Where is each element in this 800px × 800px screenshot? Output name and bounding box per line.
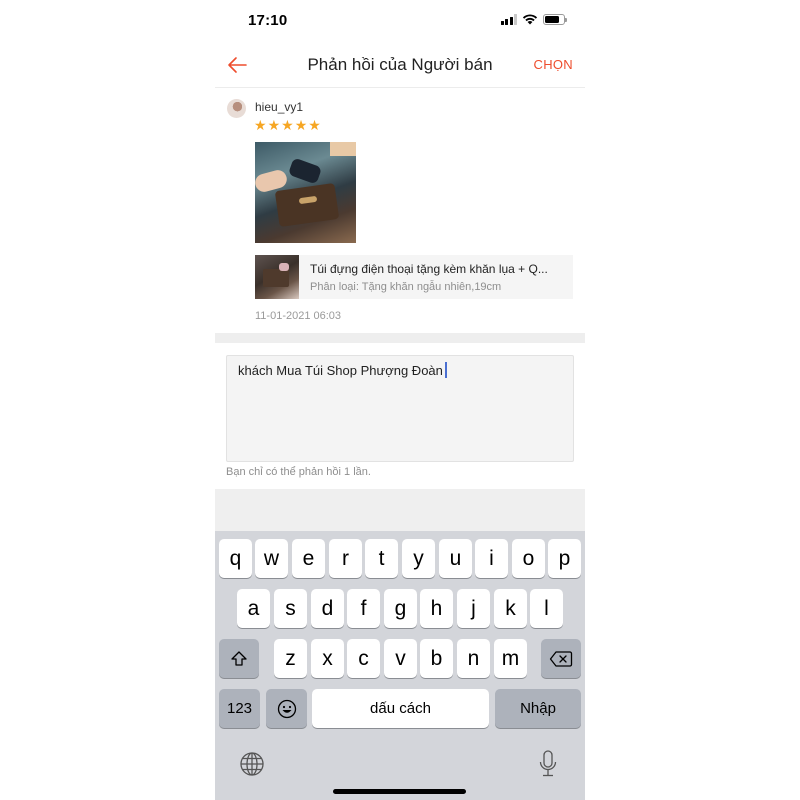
key-a[interactable]: a (237, 589, 270, 628)
cellular-signal-icon (500, 13, 517, 25)
product-variant: Phân loại: Tặng khăn ngẫu nhiên,19cm (310, 281, 502, 293)
key-v[interactable]: v (384, 639, 417, 678)
key-i[interactable]: i (475, 539, 508, 578)
key-b[interactable]: b (420, 639, 453, 678)
avatar (227, 99, 246, 118)
star-icon: ★ (267, 117, 281, 133)
key-h[interactable]: h (420, 589, 453, 628)
home-indicator[interactable] (333, 789, 466, 794)
battery-icon (543, 13, 567, 25)
star-icon: ★ (254, 117, 267, 133)
product-thumbnail (255, 255, 299, 299)
space-key[interactable]: dấu cách (312, 689, 489, 728)
key-e[interactable]: e (292, 539, 325, 578)
key-o[interactable]: o (512, 539, 545, 578)
keyboard: q w e r t y u i o p a s d f g h j k l z … (215, 531, 585, 800)
status-icons (500, 13, 567, 25)
delete-key[interactable] (541, 639, 581, 678)
numbers-key[interactable]: 123 (219, 689, 260, 728)
backspace-icon (549, 650, 573, 667)
review-timestamp: 11-01-2021 06:03 (255, 310, 342, 322)
shift-icon (231, 650, 247, 666)
key-m[interactable]: m (494, 639, 527, 678)
section-divider (215, 333, 585, 343)
key-t[interactable]: t (365, 539, 398, 578)
key-l[interactable]: l (530, 589, 563, 628)
key-g[interactable]: g (384, 589, 417, 628)
page-title: Phản hồi của Người bán (307, 55, 493, 74)
key-x[interactable]: x (311, 639, 344, 678)
emoji-icon (277, 699, 296, 718)
key-c[interactable]: c (347, 639, 380, 678)
key-j[interactable]: j (457, 589, 490, 628)
key-w[interactable]: w (255, 539, 288, 578)
key-u[interactable]: u (439, 539, 472, 578)
keyboard-accessory-bar (215, 489, 585, 531)
key-n[interactable]: n (457, 639, 490, 678)
key-p[interactable]: p (548, 539, 581, 578)
shift-key[interactable] (219, 639, 259, 678)
reviewer-username: hieu_vy1 (255, 100, 304, 114)
review-card: hieu_vy1 ★ ★ ★ ★ ★ Túi đựng điện thoại t… (215, 89, 585, 333)
reply-hint: Bạn chỉ có thể phản hồi 1 lần. (226, 466, 371, 478)
rating-stars: ★ ★ ★ ★ ★ (254, 118, 321, 132)
text-caret (444, 362, 447, 378)
key-q[interactable]: q (219, 539, 252, 578)
wifi-icon (522, 14, 538, 25)
status-bar: 17:10 (215, 0, 585, 40)
product-name: Túi đựng điện thoại tặng kèm khăn lụa + … (310, 262, 548, 276)
review-photo[interactable] (255, 142, 356, 243)
product-card[interactable]: Túi đựng điện thoại tặng kèm khăn lụa + … (255, 255, 573, 299)
star-icon: ★ (281, 117, 294, 133)
reply-textarea[interactable]: khách Mua Túi Shop Phượng Đoàn (226, 355, 574, 462)
return-key[interactable]: Nhập (495, 689, 581, 728)
key-s[interactable]: s (274, 589, 307, 628)
key-k[interactable]: k (494, 589, 527, 628)
star-icon: ★ (294, 117, 308, 133)
choose-button[interactable]: CHỌN (534, 57, 573, 72)
key-d[interactable]: d (311, 589, 344, 628)
key-y[interactable]: y (402, 539, 435, 578)
globe-icon[interactable] (239, 751, 265, 777)
key-f[interactable]: f (347, 589, 380, 628)
star-icon: ★ (308, 117, 321, 133)
reply-text: khách Mua Túi Shop Phượng Đoàn (238, 363, 443, 378)
status-time: 17:10 (248, 12, 288, 29)
emoji-key[interactable] (266, 689, 307, 728)
key-r[interactable]: r (329, 539, 362, 578)
phone-screen: 17:10 Phản hồi của Người bán CHỌN hieu_v… (215, 0, 585, 800)
header-bar: Phản hồi của Người bán CHỌN (215, 44, 585, 88)
key-z[interactable]: z (274, 639, 307, 678)
microphone-icon[interactable] (537, 749, 559, 779)
